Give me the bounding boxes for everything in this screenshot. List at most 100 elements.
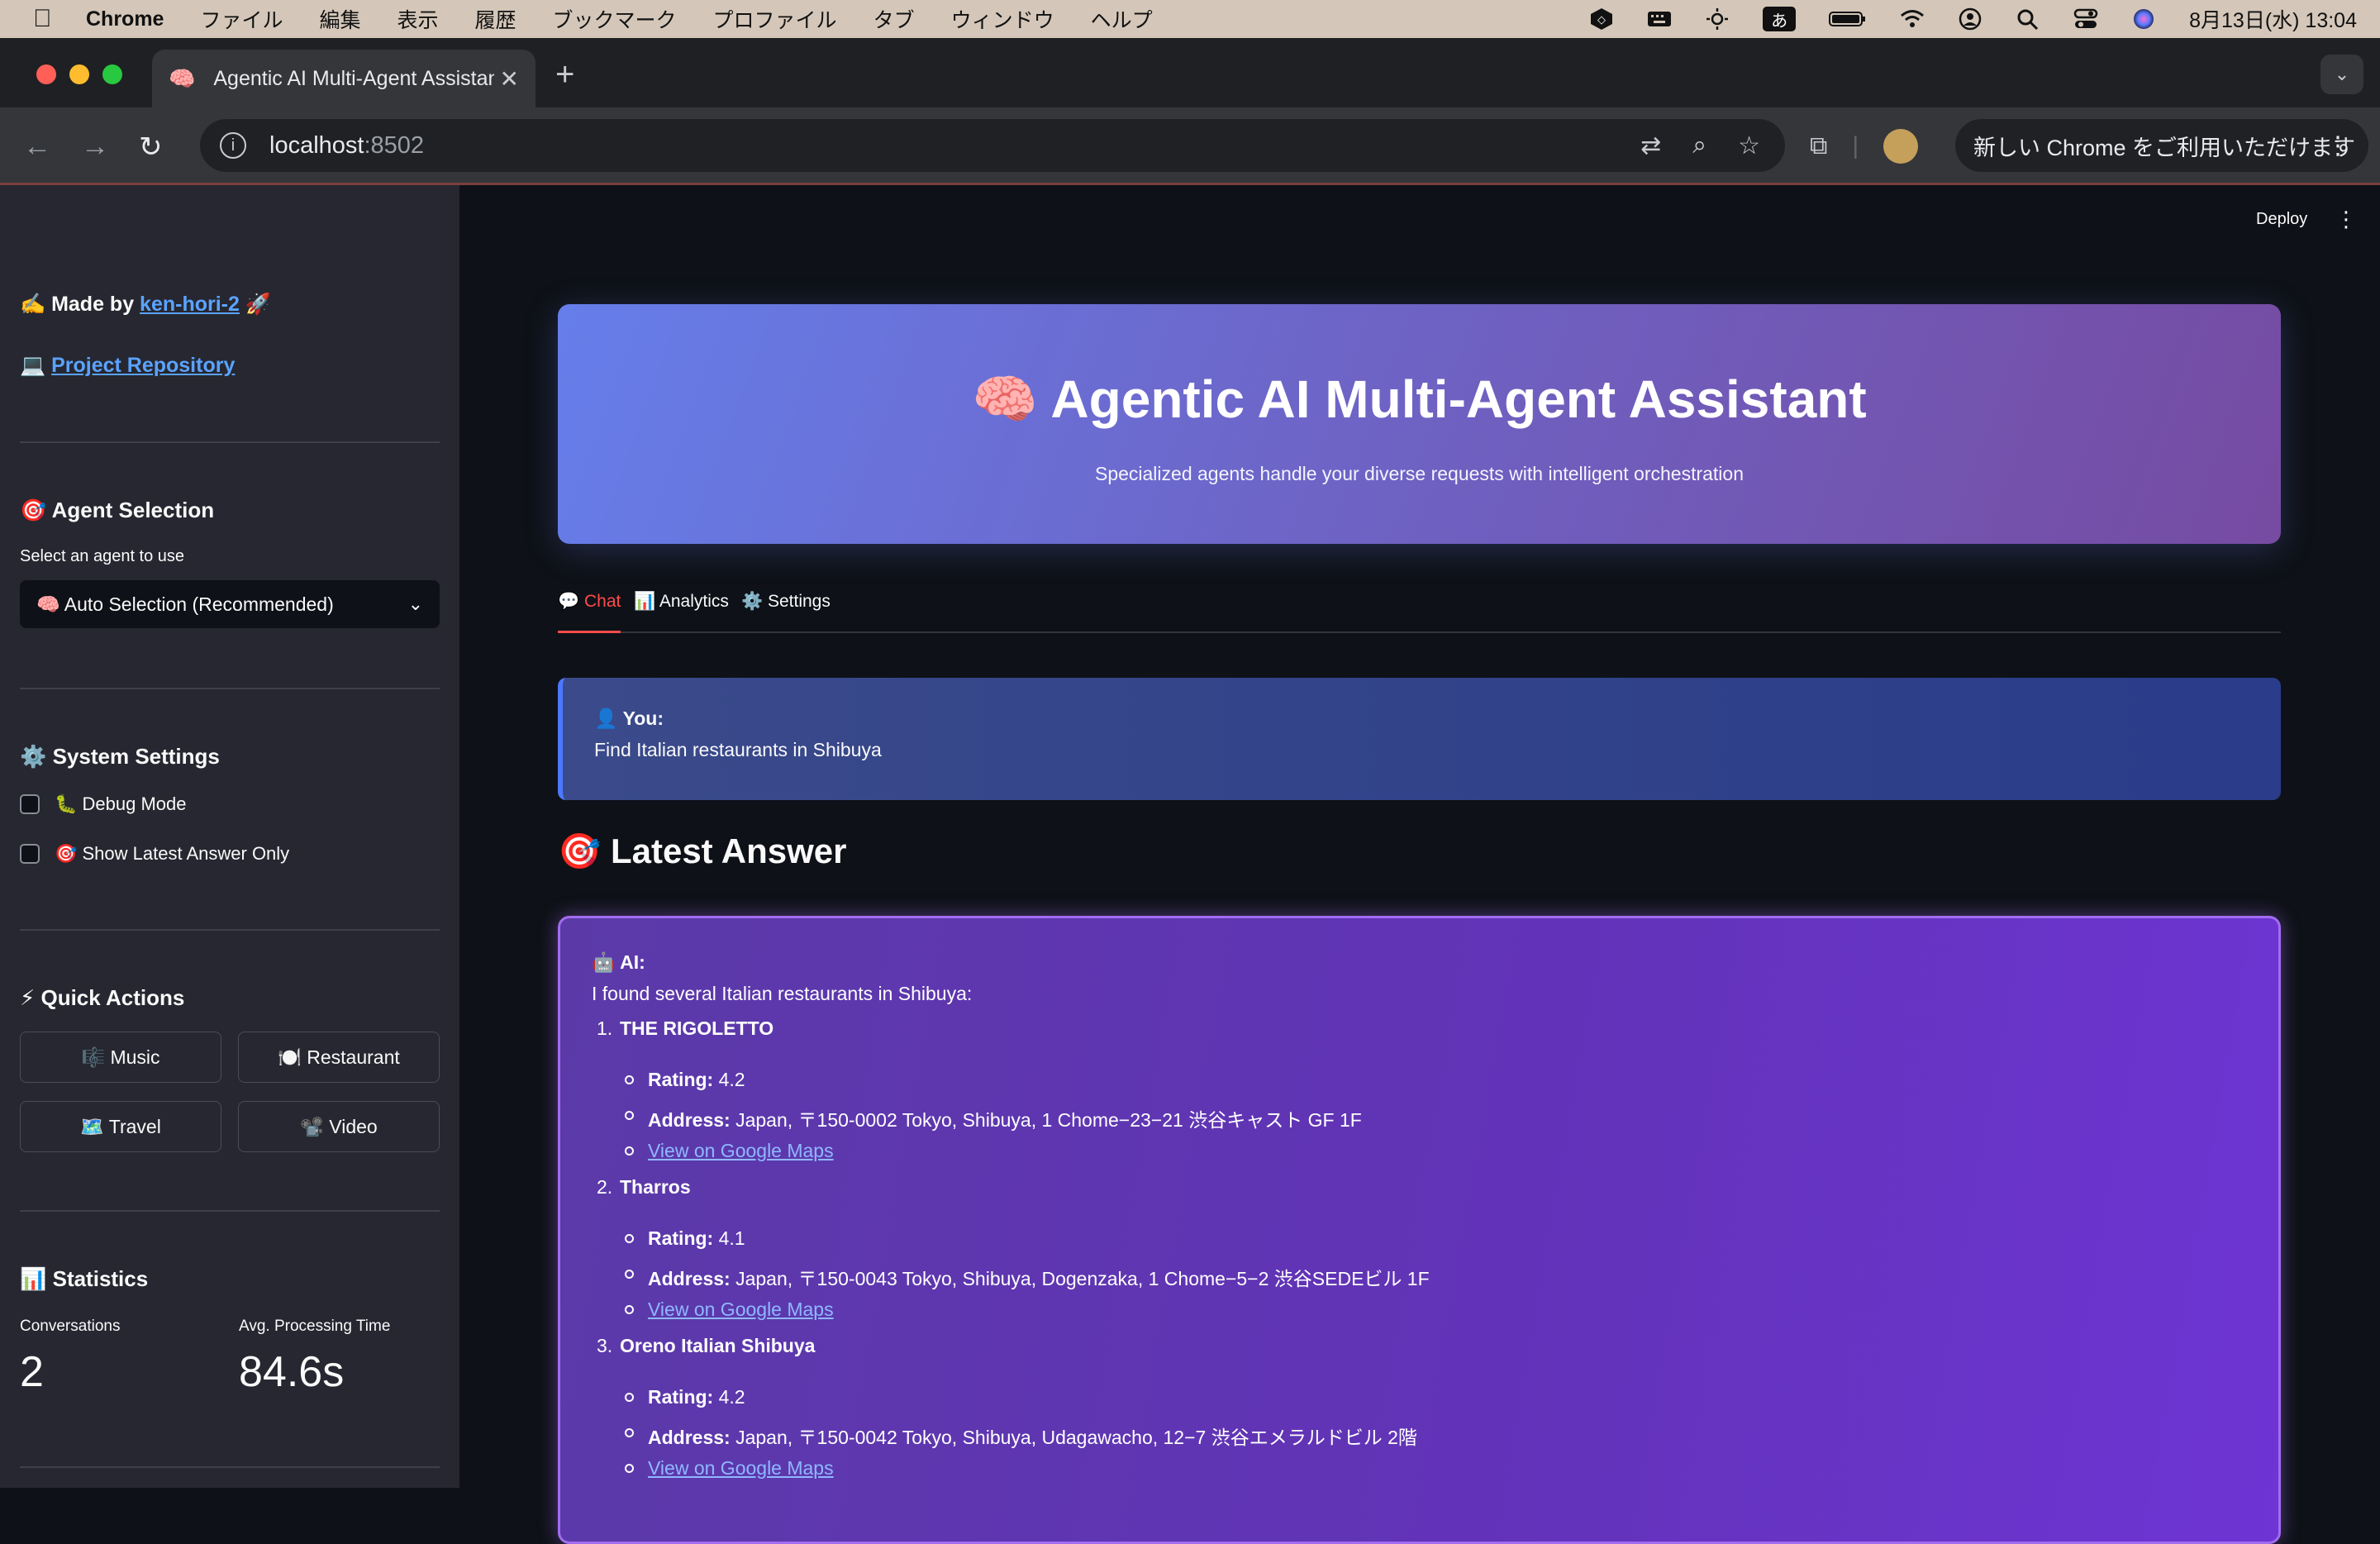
checkbox-box[interactable] — [20, 794, 40, 814]
restaurant-number: 3. — [597, 1335, 613, 1356]
chevron-down-icon: ⌄ — [407, 593, 423, 614]
agent-select[interactable]: 🧠 Auto Selection (Recommended) ⌄ — [20, 580, 440, 628]
chrome-update-button[interactable]: 新しい Chrome をご利用いただけます ⋮ — [1955, 119, 2368, 172]
zoom-window-button[interactable] — [102, 64, 122, 84]
keyboard-icon[interactable] — [1647, 7, 1672, 31]
menu-help[interactable]: ヘルプ — [1091, 4, 1153, 34]
author-link[interactable]: ken-hori-2 — [140, 293, 240, 316]
zoom-icon[interactable]: ⌕ — [1692, 131, 1706, 160]
close-window-button[interactable] — [36, 64, 56, 84]
made-by-line: ✍️ Made by ken-hori-2 🚀 — [20, 293, 271, 316]
tab-settings[interactable]: ⚙️ Settings — [741, 592, 831, 633]
page-title: 🧠 Agentic AI Multi-Agent Assistant — [972, 369, 1867, 429]
address-bar[interactable]: i localhost:8502 ⇄ ⌕ ☆ — [200, 119, 1785, 172]
menu-view[interactable]: 表示 — [397, 4, 439, 34]
agent-select-value: 🧠 Auto Selection (Recommended) — [36, 593, 334, 615]
conversations-value: 2 — [20, 1348, 44, 1396]
spotlight-search-icon[interactable] — [2016, 7, 2040, 31]
input-method-indicator[interactable]: あ — [1763, 7, 1797, 31]
system-settings-heading: ⚙️ System Settings — [20, 744, 220, 769]
browser-toolbar: ← → ↻ i localhost:8502 ⇄ ⌕ ☆ ⧉ | 新しい Chr… — [0, 107, 2380, 185]
menu-bookmarks[interactable]: ブックマーク — [553, 4, 677, 34]
menu-history[interactable]: 履歴 — [475, 4, 516, 34]
browser-tab-active[interactable]: 🧠 Agentic AI Multi-Agent Assistant ✕ — [152, 50, 536, 107]
google-maps-link[interactable]: View on Google Maps — [648, 1299, 834, 1320]
control-center-icon[interactable] — [2073, 7, 2098, 31]
deploy-button[interactable]: Deploy — [2256, 210, 2307, 229]
site-info-icon[interactable]: i — [220, 132, 246, 159]
statistics-heading: 📊 Statistics — [20, 1266, 149, 1291]
restaurant-address: Address: Japan, 〒150-0043 Tokyo, Shibuya… — [648, 1268, 1430, 1289]
forward-arrow-icon[interactable]: → — [81, 131, 109, 163]
sidebar-divider — [20, 441, 440, 443]
google-maps-link-item: View on Google Maps — [648, 1457, 834, 1480]
more-menu-icon[interactable]: ⋮ — [2325, 131, 2350, 160]
main-menu-icon[interactable]: ⋮ — [2335, 207, 2357, 232]
menubar-app-name[interactable]: Chrome — [86, 7, 164, 31]
tab-chat[interactable]: 💬 Chat — [558, 592, 621, 633]
tab-search-button[interactable]: ⌄ — [2320, 55, 2363, 94]
user-message-text: Find Italian restaurants in Shibuya — [594, 739, 882, 760]
quick-action-restaurant-button[interactable]: 🍽️ Restaurant — [238, 1032, 440, 1083]
latest-only-checkbox[interactable]: 🎯 Show Latest Answer Only — [20, 843, 289, 865]
project-repo-link[interactable]: Project Repository — [51, 354, 235, 377]
menu-file[interactable]: ファイル — [200, 4, 283, 34]
quick-action-music-button[interactable]: 🎼 Music — [20, 1032, 221, 1083]
brightness-icon[interactable] — [1705, 7, 1730, 31]
tab-title: Agentic AI Multi-Agent Assistant — [213, 66, 495, 90]
streamlit-app: ✍️ Made by ken-hori-2 🚀 💻 Project Reposi… — [0, 185, 2380, 1544]
restaurant-rating: Rating: 4.2 — [648, 1386, 745, 1408]
wifi-icon[interactable] — [1900, 7, 1925, 31]
update-label: 新しい Chrome をご利用いただけます — [1973, 135, 2356, 160]
hero-banner: 🧠 Agentic AI Multi-Agent Assistant Speci… — [558, 304, 2281, 544]
latest-only-label: 🎯 Show Latest Answer Only — [55, 843, 290, 864]
url-text[interactable]: localhost:8502 — [269, 132, 424, 160]
quick-action-video-button[interactable]: 📽️ Video — [238, 1101, 440, 1152]
tab-favicon: 🧠 — [169, 65, 196, 91]
back-arrow-icon[interactable]: ← — [23, 131, 51, 163]
list-bullet — [625, 1464, 634, 1473]
translate-icon[interactable]: ⇄ — [1640, 131, 1661, 160]
restaurant-name: THE RIGOLETTO — [620, 1017, 774, 1039]
list-bullet — [625, 1075, 634, 1084]
ai-answer-author: 🤖 AI: — [592, 951, 645, 973]
user-icon[interactable] — [1958, 7, 1983, 31]
google-maps-link[interactable]: View on Google Maps — [648, 1457, 834, 1479]
debug-mode-checkbox[interactable]: 🐛 Debug Mode — [20, 793, 186, 815]
profile-avatar[interactable] — [1883, 129, 1919, 164]
avg-time-value: 84.6s — [239, 1348, 345, 1396]
new-tab-button[interactable]: + — [555, 56, 574, 93]
google-maps-link[interactable]: View on Google Maps — [648, 1140, 834, 1161]
list-bullet — [625, 1270, 634, 1279]
siri-icon[interactable] — [2131, 7, 2156, 31]
menu-tab[interactable]: タブ — [873, 4, 915, 34]
restaurant-rating: Rating: 4.2 — [648, 1069, 745, 1090]
sidebar-divider — [20, 929, 440, 931]
restaurant-address: Address: Japan, 〒150-0002 Tokyo, Shibuya… — [648, 1109, 1362, 1131]
close-tab-icon[interactable]: ✕ — [500, 65, 519, 93]
restaurant-rating: Rating: 4.1 — [648, 1227, 745, 1249]
sidebar-divider — [20, 1466, 440, 1468]
apple-icon[interactable]:  — [33, 5, 58, 33]
extensions-puzzle-icon[interactable]: ⧉ — [1810, 132, 1827, 160]
sidebar: ✍️ Made by ken-hori-2 🚀 💻 Project Reposi… — [0, 185, 459, 1488]
list-bullet — [625, 1234, 634, 1243]
menubar-clock[interactable]: 8月13日(水) 13:04 — [2189, 4, 2357, 34]
bookmark-star-icon[interactable]: ☆ — [1738, 131, 1760, 160]
battery-icon[interactable] — [1829, 7, 1867, 31]
minimize-window-button[interactable] — [69, 64, 89, 84]
checkbox-box[interactable] — [20, 844, 40, 864]
menu-edit[interactable]: 編集 — [319, 4, 360, 34]
extension-icon[interactable]: ◇ — [1589, 7, 1614, 31]
quick-action-travel-button[interactable]: 🗺️ Travel — [20, 1101, 221, 1152]
restaurant-name: Oreno Italian Shibuya — [620, 1335, 816, 1356]
reload-icon[interactable]: ↻ — [139, 131, 163, 164]
svg-text:◇: ◇ — [1597, 13, 1606, 26]
list-bullet — [625, 1146, 634, 1156]
repo-line: 💻 Project Repository — [20, 354, 236, 377]
tab-analytics[interactable]: 📊 Analytics — [634, 592, 729, 633]
user-message-author: 👤 You: — [594, 708, 664, 729]
menubar-status-area: ◇ あ 8月13日(水) 13:04 — [1589, 0, 2357, 38]
menu-profiles[interactable]: プロファイル — [713, 4, 837, 34]
menu-window[interactable]: ウィンドウ — [951, 4, 1054, 34]
